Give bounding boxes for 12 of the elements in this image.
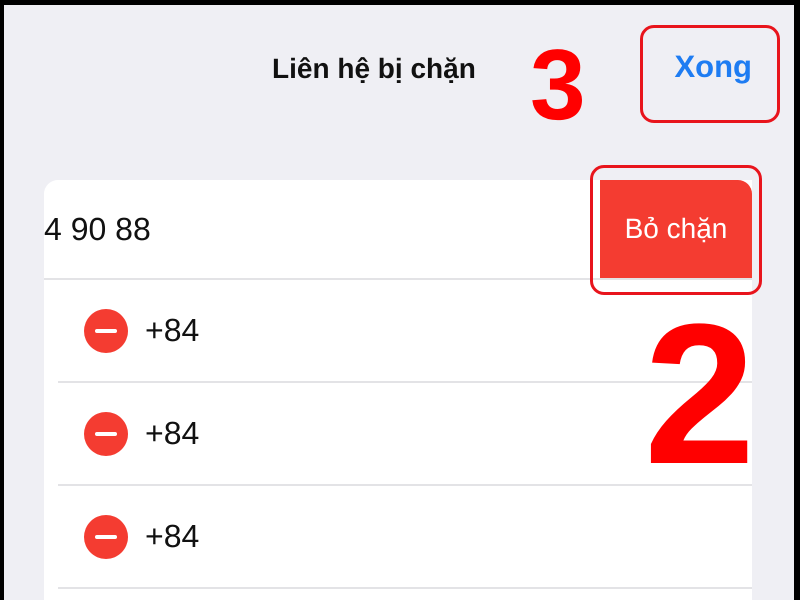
remove-icon[interactable] — [84, 412, 128, 456]
phone-number: +84 — [145, 312, 200, 349]
phone-number: +84 — [145, 415, 200, 452]
screen-title: Liên hệ bị chặn — [272, 53, 476, 85]
phone-number: 4 90 88 — [44, 210, 152, 248]
phone-number: +84 — [145, 518, 200, 555]
remove-icon[interactable] — [84, 514, 128, 558]
done-button[interactable]: Xong — [674, 49, 752, 85]
remove-icon[interactable] — [84, 308, 128, 352]
unblock-button[interactable]: Bỏ chặn — [600, 180, 752, 278]
step-number: 2 — [644, 295, 756, 495]
step-number: 3 — [530, 35, 586, 135]
